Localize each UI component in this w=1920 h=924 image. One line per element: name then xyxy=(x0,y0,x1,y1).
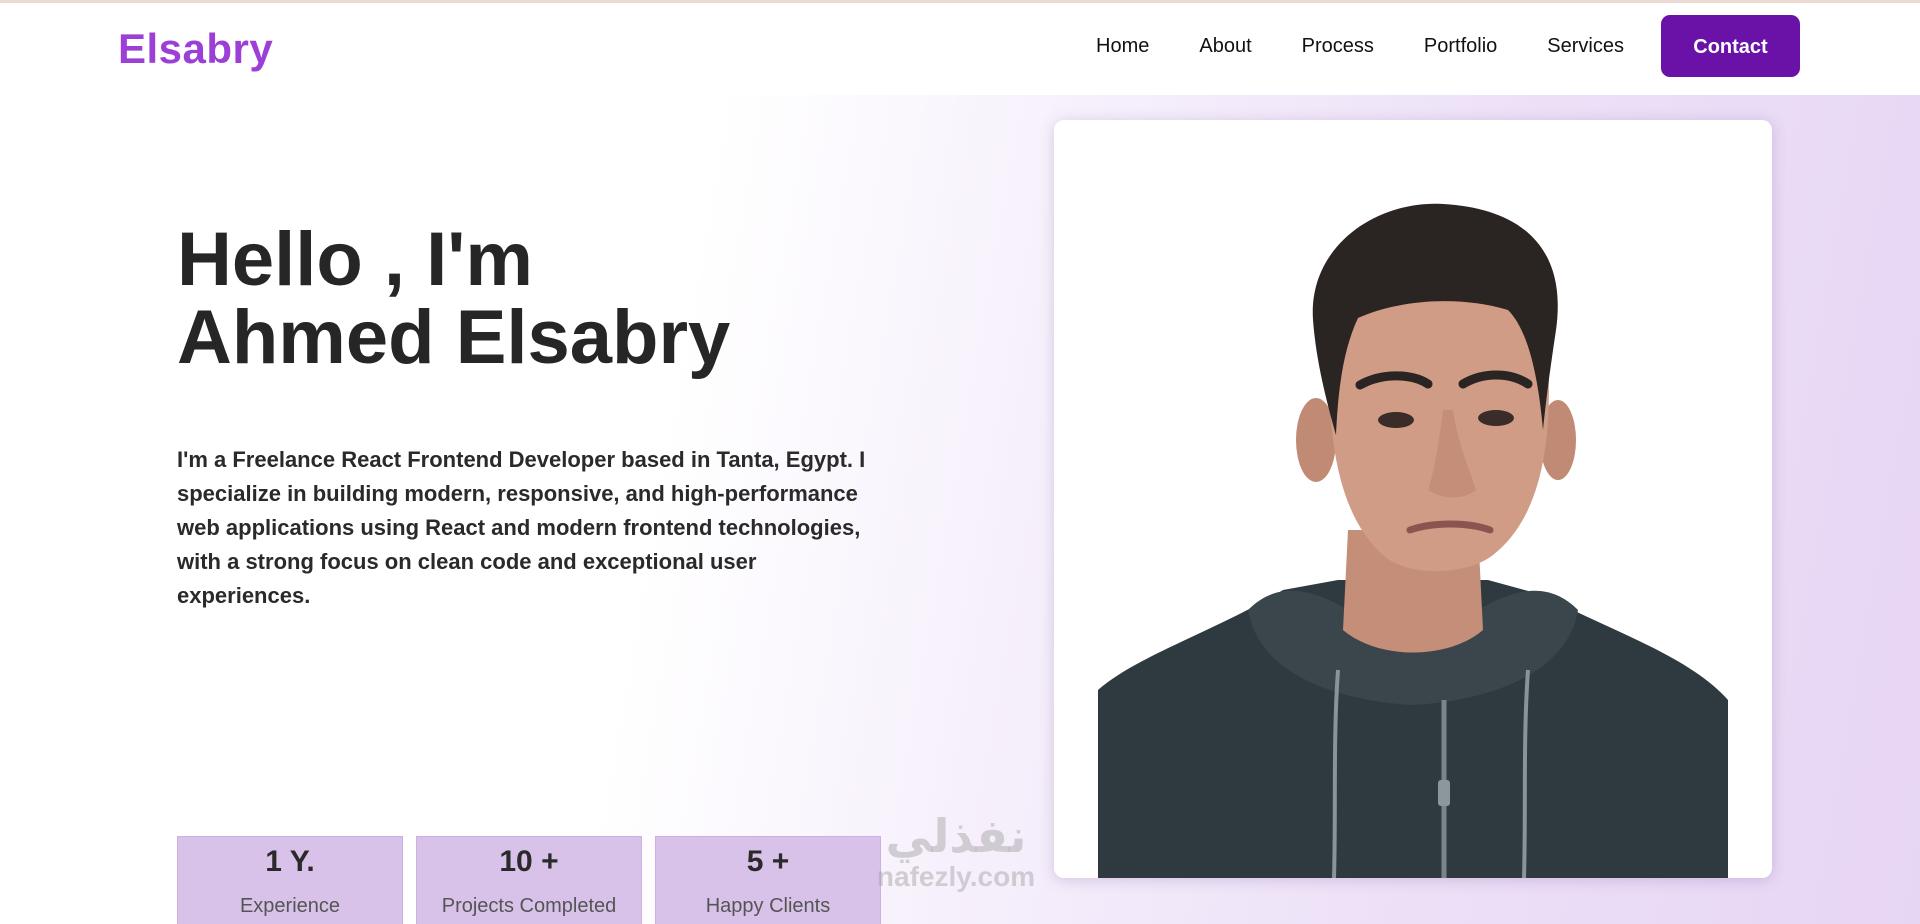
stat-card-projects: 10 + Projects Completed xyxy=(416,836,642,924)
profile-photo xyxy=(1098,203,1728,878)
hero-title-line-2: Ahmed Elsabry xyxy=(177,295,731,380)
stat-value: 1 Y. xyxy=(265,845,315,878)
portrait-eye-right xyxy=(1478,410,1514,426)
navbar: Elsabry Home About Process Portfolio Ser… xyxy=(0,3,1920,95)
hero-description: I'm a Freelance React Frontend Developer… xyxy=(177,447,866,608)
stat-card-experience: 1 Y. Experience xyxy=(177,836,403,924)
stat-label: Happy Clients xyxy=(705,895,831,917)
portrait-zipper-pull xyxy=(1438,780,1450,806)
portrait-eye-left xyxy=(1378,412,1414,428)
brand-logo[interactable]: Elsabry xyxy=(118,25,273,73)
stat-value: 10 + xyxy=(499,845,559,878)
watermark-url: nafezly.com xyxy=(876,861,1036,892)
nav-home-link[interactable]: Home xyxy=(1071,15,1174,77)
nav-links: Home About Process Portfolio Services Co… xyxy=(1071,15,1800,77)
watermark-arabic: نفذلي xyxy=(885,809,1027,863)
hero-title-line-1: Hello , I'm xyxy=(177,217,533,302)
stat-label: Experience xyxy=(239,895,341,917)
hero-title: Hello , I'm Ahmed Elsabry xyxy=(177,221,730,377)
nav-process-link[interactable]: Process xyxy=(1277,15,1399,77)
contact-button[interactable]: Contact xyxy=(1661,15,1800,77)
stats-row: 1 Y. Experience 10 + Projects Completed … xyxy=(177,836,881,924)
nav-portfolio-link[interactable]: Portfolio xyxy=(1399,15,1522,77)
watermark: نفذلي nafezly.com xyxy=(846,810,1066,892)
nav-about-link[interactable]: About xyxy=(1174,15,1276,77)
hero-section: Hello , I'm Ahmed Elsabry I'm a Freelanc… xyxy=(0,95,1920,924)
profile-photo-card xyxy=(1054,120,1772,878)
stat-label: Projects Completed xyxy=(441,895,617,917)
nav-services-link[interactable]: Services xyxy=(1522,15,1649,77)
